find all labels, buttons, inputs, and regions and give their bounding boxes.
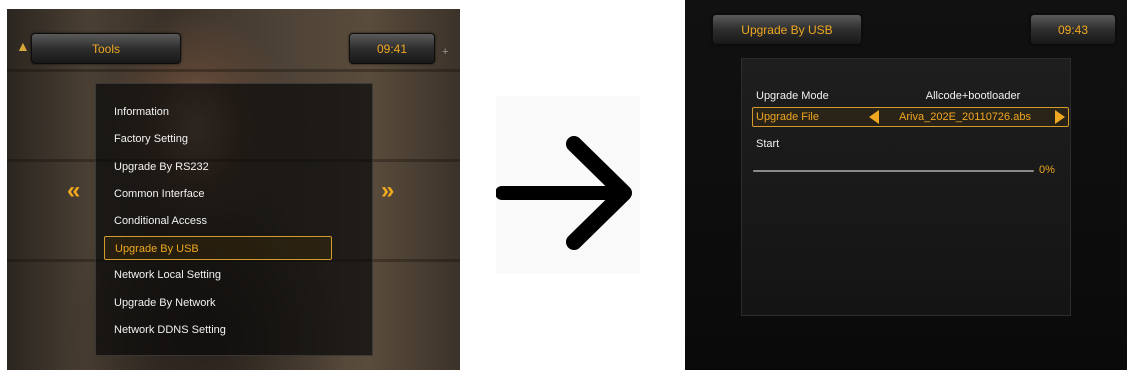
start-button[interactable]: Start [756,135,779,153]
tools-menu-screen: ▲ Tools 09:41 + « » Information Factory … [7,9,460,370]
arrow-right-icon [495,136,632,250]
upgrade-file-value[interactable]: Ariva_202E_20110726.abs [884,108,1046,126]
next-option-icon[interactable] [1055,110,1065,124]
previous-page-icon[interactable]: « [67,179,81,203]
previous-option-icon[interactable] [869,110,879,124]
upgrade-file-label: Upgrade File [756,111,819,123]
menu-item-upgrade-by-network[interactable]: Upgrade By Network [104,291,332,315]
menu-item-upgrade-by-usb[interactable]: Upgrade By USB [104,236,332,260]
menu-item-common-interface[interactable]: Common Interface [104,182,332,206]
page-title: Upgrade By USB [741,23,833,37]
title-bar: Upgrade By USB [712,14,862,45]
clock-text: 09:43 [1057,23,1089,37]
upgrade-mode-value[interactable]: Allcode+bootloader [893,87,1053,105]
plus-icon: + [442,46,449,58]
menu-item-factory-setting[interactable]: Factory Setting [104,127,332,151]
title-bar: Tools [31,33,181,64]
menu-item-upgrade-by-rs232[interactable]: Upgrade By RS232 [104,155,332,179]
upgrade-mode-label: Upgrade Mode [756,90,829,102]
upgrade-by-usb-screen: Upgrade By USB 09:43 Upgrade Mode Allcod… [685,0,1127,370]
progress-percent: 0% [1039,164,1055,176]
clock-display: 09:43 [1030,14,1116,45]
page-title: Tools [91,42,120,56]
clock-text: 09:41 [376,42,408,56]
progress-bar [753,170,1034,172]
menu-item-conditional-access[interactable]: Conditional Access [104,209,332,233]
menu-item-network-ddns-setting[interactable]: Network DDNS Setting [104,318,332,342]
background-shelf [7,69,460,72]
menu-item-information[interactable]: Information [104,100,332,124]
menu-item-network-local-setting[interactable]: Network Local Setting [104,263,332,287]
next-page-icon[interactable]: » [381,179,395,203]
ariva-logo-icon: ▲ [16,38,30,54]
transition-area [495,96,640,274]
clock-display: 09:41 [349,33,435,64]
